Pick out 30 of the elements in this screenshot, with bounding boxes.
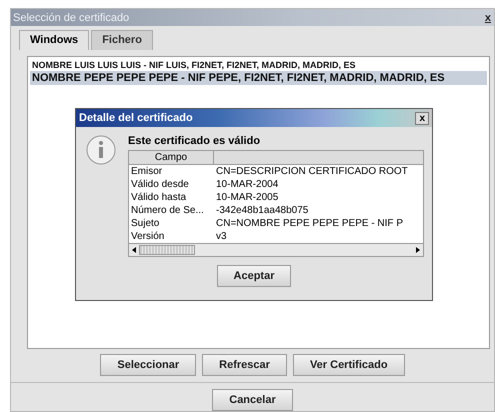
table-cell-text: Válido desde bbox=[130, 178, 190, 191]
table-cell-text: CN=NOMBRE PEPE PEPE PEPE - NIF P bbox=[215, 217, 404, 230]
certificate-item[interactable]: NOMBRE LUIS LUIS LUIS - NIF LUIS, FI2NET, FI2NET, MADRID, MADRID, ES bbox=[30, 59, 487, 71]
table-cell-text: -342e48b1aa48b075 bbox=[215, 204, 310, 217]
accept-button[interactable]: Aceptar bbox=[216, 265, 292, 287]
info-icon bbox=[86, 135, 116, 165]
table-cell-text: 10-MAR-2004 bbox=[215, 178, 280, 191]
table-cell-text: v3 bbox=[215, 230, 228, 243]
table-cell-text: 10-MAR-2005 bbox=[215, 191, 280, 204]
window-title: Selección de certificado bbox=[13, 12, 130, 24]
action-button[interactable]: Seleccionar bbox=[100, 354, 196, 376]
table-cell-text: Emisor bbox=[130, 165, 164, 178]
action-button[interactable]: Ver Certificado bbox=[292, 354, 405, 376]
table-cell-text: Versión bbox=[130, 230, 166, 243]
validity-message: Este certificado es válido bbox=[128, 135, 262, 147]
certificate-item[interactable]: NOMBRE PEPE PEPE PEPE - NIF PEPE, FI2NET, FI2NET, MADRID, MADRID, ES bbox=[30, 71, 487, 85]
dialog-title: Detalle del certificado bbox=[79, 112, 193, 124]
close-button[interactable]: x bbox=[415, 112, 429, 124]
table-cell-text: CN=DESCRIPCION CERTIFICADO ROOT bbox=[215, 165, 409, 178]
tab[interactable]: Windows bbox=[19, 30, 90, 50]
table-cell-text: Sujeto bbox=[130, 217, 160, 230]
scroll-thumb[interactable] bbox=[139, 245, 195, 255]
table-cell-text: Número de Se... bbox=[130, 204, 205, 217]
column-header: Campo bbox=[129, 151, 214, 165]
close-button[interactable]: x bbox=[484, 12, 491, 24]
cancel-button[interactable]: Cancelar bbox=[212, 389, 293, 411]
tab[interactable]: Fichero bbox=[91, 30, 153, 50]
action-button[interactable]: Refrescar bbox=[202, 354, 287, 376]
horizontal-scrollbar[interactable] bbox=[129, 243, 423, 256]
table-cell-text: Válido hasta bbox=[130, 191, 188, 204]
